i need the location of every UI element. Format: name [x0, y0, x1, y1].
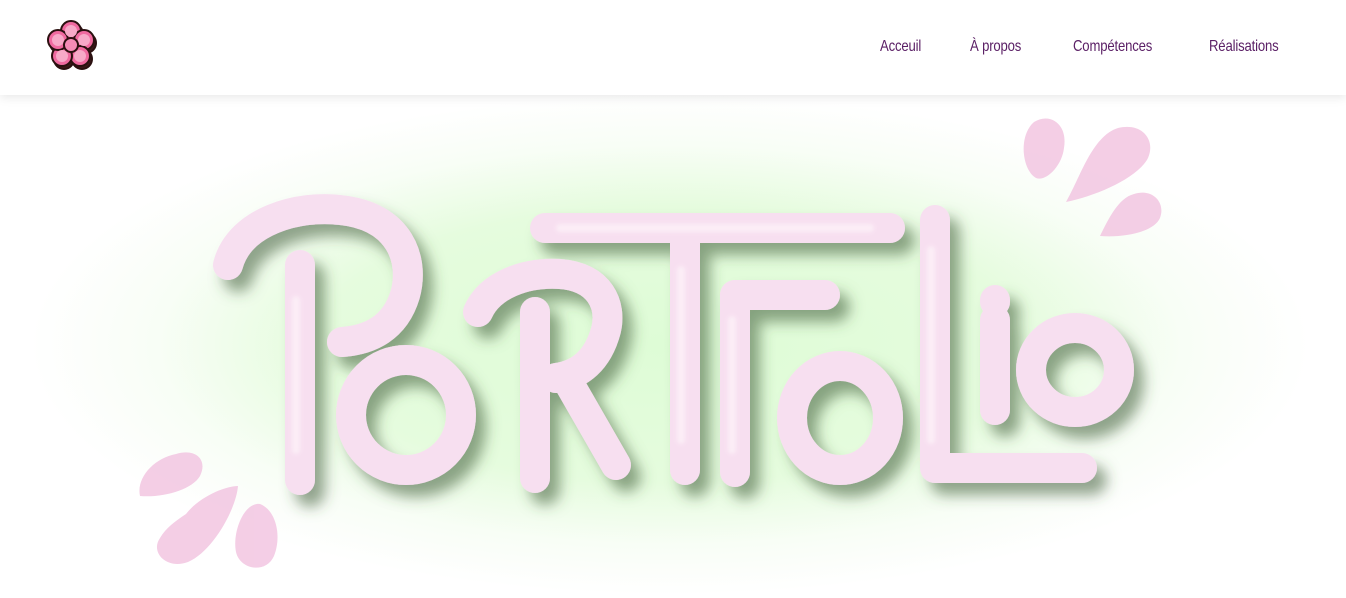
nav-link-a-propos[interactable]: À propos — [970, 38, 1021, 56]
site-header: Acceuil À propos Compétences Réalisation… — [0, 0, 1346, 95]
nav-link-accueil[interactable]: Acceuil — [880, 38, 921, 56]
hero-banner: PORTFOLIO — [0, 95, 1346, 598]
portfolio-letters — [213, 194, 1134, 495]
flower-logo-icon[interactable] — [40, 14, 102, 74]
portfolio-lettering — [139, 118, 1162, 568]
nav-link-competences[interactable]: Compétences — [1073, 38, 1152, 56]
drops-top-right-icon — [1023, 118, 1162, 237]
drops-bottom-left-icon — [139, 452, 278, 568]
nav-link-realisations[interactable]: Réalisations — [1209, 38, 1279, 56]
main-nav: Acceuil À propos Compétences Réalisation… — [880, 38, 1294, 56]
